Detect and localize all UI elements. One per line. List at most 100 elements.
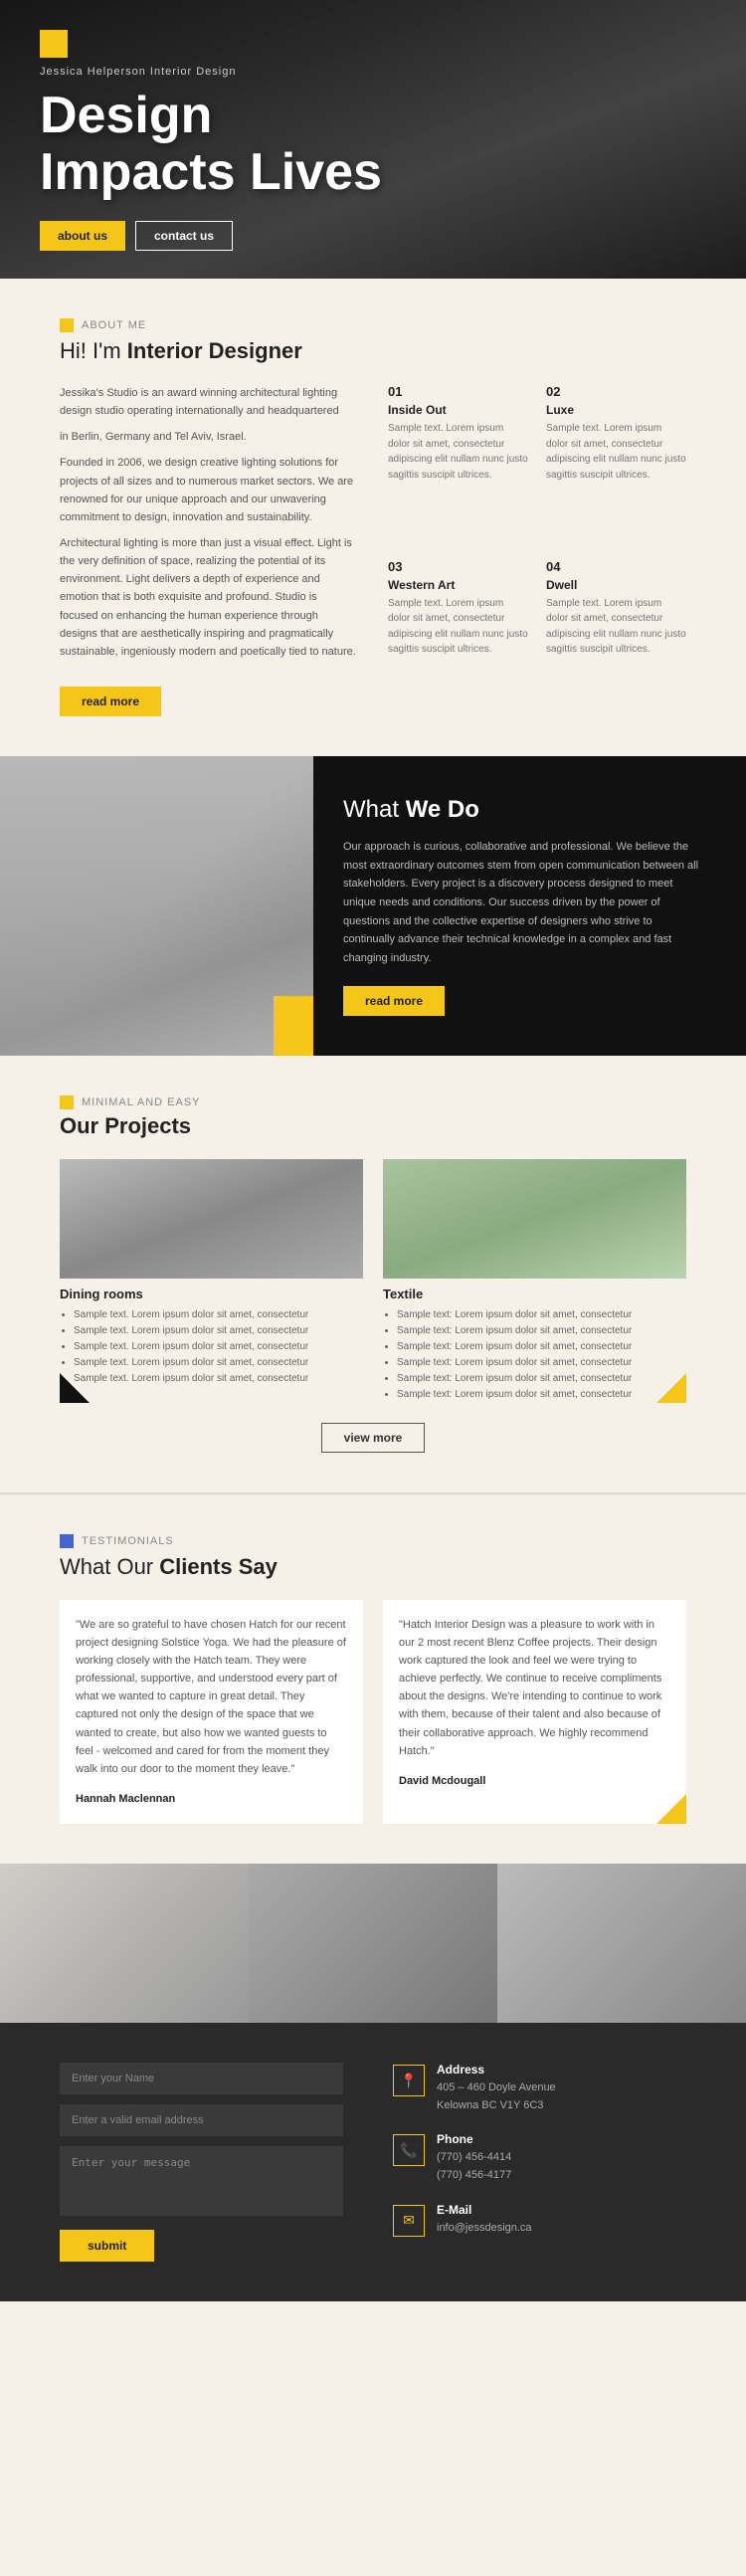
about-item-num: 03 — [388, 559, 528, 574]
contact-info: 📍 Address 405 – 460 Doyle AvenueKelowna … — [373, 2063, 686, 2262]
project-triangle-left — [60, 1373, 90, 1403]
contact-section: submit 📍 Address 405 – 460 Doyle AvenueK… — [0, 2023, 746, 2301]
about-item-text: Sample text. Lorem ipsum dolor sit amet,… — [546, 596, 686, 658]
list-item: Sample text: Lorem ipsum dolor sit amet,… — [397, 1387, 686, 1403]
dining-list: Sample text. Lorem ipsum dolor sit amet,… — [60, 1307, 363, 1387]
list-item: Sample text. Lorem ipsum dolor sit amet,… — [74, 1339, 363, 1355]
what-section: What We Do Our approach is curious, coll… — [0, 756, 746, 1056]
hero-buttons: about us contact us — [40, 221, 706, 251]
what-read-more-button[interactable]: read more — [343, 986, 445, 1016]
phone-text: (770) 456-4414(770) 456-4177 — [437, 2149, 511, 2184]
testimonial-author-1: Hannah Maclennan — [76, 1790, 347, 1808]
textile-image — [383, 1159, 686, 1279]
testimonial-text-2: "Hatch Interior Design was a pleasure to… — [399, 1616, 670, 1760]
dining-image — [60, 1159, 363, 1279]
list-item: Sample text: Lorem ipsum dolor sit amet,… — [397, 1371, 686, 1387]
contact-phone-item: 📞 Phone (770) 456-4414(770) 456-4177 — [393, 2132, 686, 2184]
about-item: 04 Dwell Sample text. Lorem ipsum dolor … — [546, 559, 686, 716]
hero-content: Jessica Helperson Interior Design Design… — [0, 0, 746, 279]
email-info: E-Mail info@jessdesign.ca — [437, 2203, 532, 2238]
test-title-pre: What Our — [60, 1554, 159, 1579]
projects-section: Minimal and Easy Our Projects Dining roo… — [0, 1056, 746, 1492]
testimonial-author-2: David Mcdougall — [399, 1772, 670, 1790]
about-title: Hi! I'm Interior Designer — [60, 338, 686, 364]
what-title-main: We Do — [406, 796, 479, 823]
hero-title-line2: Impacts Lives — [40, 144, 706, 201]
about-item-title: Inside Out — [388, 403, 528, 417]
testimonial-card-1: "We are so grateful to have chosen Hatch… — [60, 1600, 363, 1824]
project-card-textile: Textile Sample text: Lorem ipsum dolor s… — [383, 1159, 686, 1403]
about-item-text: Sample text. Lorem ipsum dolor sit amet,… — [388, 596, 528, 658]
gallery-section — [0, 1864, 746, 2023]
list-item: Sample text. Lorem ipsum dolor sit amet,… — [74, 1371, 363, 1387]
about-label-row: About Me — [60, 318, 686, 332]
about-grid: Jessika's Studio is an award winning arc… — [60, 384, 686, 716]
about-left-col: Jessika's Studio is an award winning arc… — [60, 384, 358, 716]
address-icon: 📍 — [393, 2065, 425, 2096]
email-label: E-Mail — [437, 2203, 532, 2217]
contact-address-item: 📍 Address 405 – 460 Doyle AvenueKelowna … — [393, 2063, 686, 2114]
email-text: info@jessdesign.ca — [437, 2220, 532, 2238]
testimonials-section: Testimonials What Our Clients Say "We ar… — [0, 1492, 746, 1864]
dining-title: Dining rooms — [60, 1287, 363, 1301]
testimonials-accent-square — [60, 1534, 74, 1548]
testimonial-text-1: "We are so grateful to have chosen Hatch… — [76, 1616, 347, 1778]
project-triangle-right — [656, 1373, 686, 1403]
project-card-dining: Dining rooms Sample text. Lorem ipsum do… — [60, 1159, 363, 1403]
textile-title: Textile — [383, 1287, 686, 1301]
about-item-title: Western Art — [388, 578, 528, 592]
phone-label: Phone — [437, 2132, 511, 2146]
test-title-main: Clients Say — [159, 1554, 278, 1579]
list-item: Sample text: Lorem ipsum dolor sit amet,… — [397, 1355, 686, 1371]
about-p4: Architectural lighting is more than just… — [60, 534, 358, 661]
address-text: 405 – 460 Doyle AvenueKelowna BC V1Y 6C3 — [437, 2080, 556, 2114]
contact-button[interactable]: contact us — [135, 221, 233, 251]
hero-section: Jessica Helperson Interior Design Design… — [0, 0, 746, 279]
about-item-text: Sample text. Lorem ipsum dolor sit amet,… — [388, 421, 528, 483]
gallery-image-2 — [249, 1864, 497, 2023]
what-text: Our approach is curious, collaborative a… — [343, 838, 706, 968]
address-label: Address — [437, 2063, 556, 2077]
about-title-pre: Hi! I'm — [60, 338, 127, 363]
testimonials-grid: "We are so grateful to have chosen Hatch… — [60, 1600, 686, 1824]
about-item-num: 02 — [546, 384, 686, 399]
what-content: What We Do Our approach is curious, coll… — [313, 756, 746, 1056]
about-item-title: Luxe — [546, 403, 686, 417]
projects-grid: Dining rooms Sample text. Lorem ipsum do… — [60, 1159, 686, 1403]
about-item: 02 Luxe Sample text. Lorem ipsum dolor s… — [546, 384, 686, 541]
projects-accent-square — [60, 1095, 74, 1109]
email-input[interactable] — [60, 2104, 343, 2136]
name-input[interactable] — [60, 2063, 343, 2094]
what-image-inner — [0, 756, 313, 1056]
about-right-col: 01 Inside Out Sample text. Lorem ipsum d… — [388, 384, 686, 716]
about-section: About Me Hi! I'm Interior Designer Jessi… — [0, 279, 746, 756]
what-title: What We Do — [343, 796, 706, 824]
about-item: 03 Western Art Sample text. Lorem ipsum … — [388, 559, 528, 716]
view-more-button[interactable]: view more — [321, 1423, 426, 1453]
test-yellow-corner — [656, 1794, 686, 1824]
gallery-image-3 — [497, 1864, 746, 2023]
what-image — [0, 756, 313, 1056]
hero-brand: Jessica Helperson Interior Design — [40, 66, 706, 78]
hero-accent-square — [40, 30, 68, 58]
about-item-num: 01 — [388, 384, 528, 399]
about-item-text: Sample text. Lorem ipsum dolor sit amet,… — [546, 421, 686, 483]
about-title-main: Interior Designer — [127, 338, 302, 363]
list-item: Sample text: Lorem ipsum dolor sit amet,… — [397, 1339, 686, 1355]
list-item: Sample text: Lorem ipsum dolor sit amet,… — [397, 1307, 686, 1323]
phone-info: Phone (770) 456-4414(770) 456-4177 — [437, 2132, 511, 2184]
about-item: 01 Inside Out Sample text. Lorem ipsum d… — [388, 384, 528, 541]
email-icon: ✉ — [393, 2205, 425, 2237]
message-textarea[interactable] — [60, 2146, 343, 2216]
about-button[interactable]: about us — [40, 221, 125, 251]
list-item: Sample text. Lorem ipsum dolor sit amet,… — [74, 1323, 363, 1339]
submit-button[interactable]: submit — [60, 2230, 154, 2262]
testimonials-title: What Our Clients Say — [60, 1554, 686, 1580]
list-item: Sample text. Lorem ipsum dolor sit amet,… — [74, 1307, 363, 1323]
about-read-more-button[interactable]: read more — [60, 687, 161, 716]
about-p2: in Berlin, Germany and Tel Aviv, Israel. — [60, 428, 358, 446]
list-item: Sample text. Lorem ipsum dolor sit amet,… — [74, 1355, 363, 1371]
what-yellow-block — [274, 996, 313, 1056]
testimonial-card-2: "Hatch Interior Design was a pleasure to… — [383, 1600, 686, 1824]
what-title-pre: What — [343, 796, 406, 823]
